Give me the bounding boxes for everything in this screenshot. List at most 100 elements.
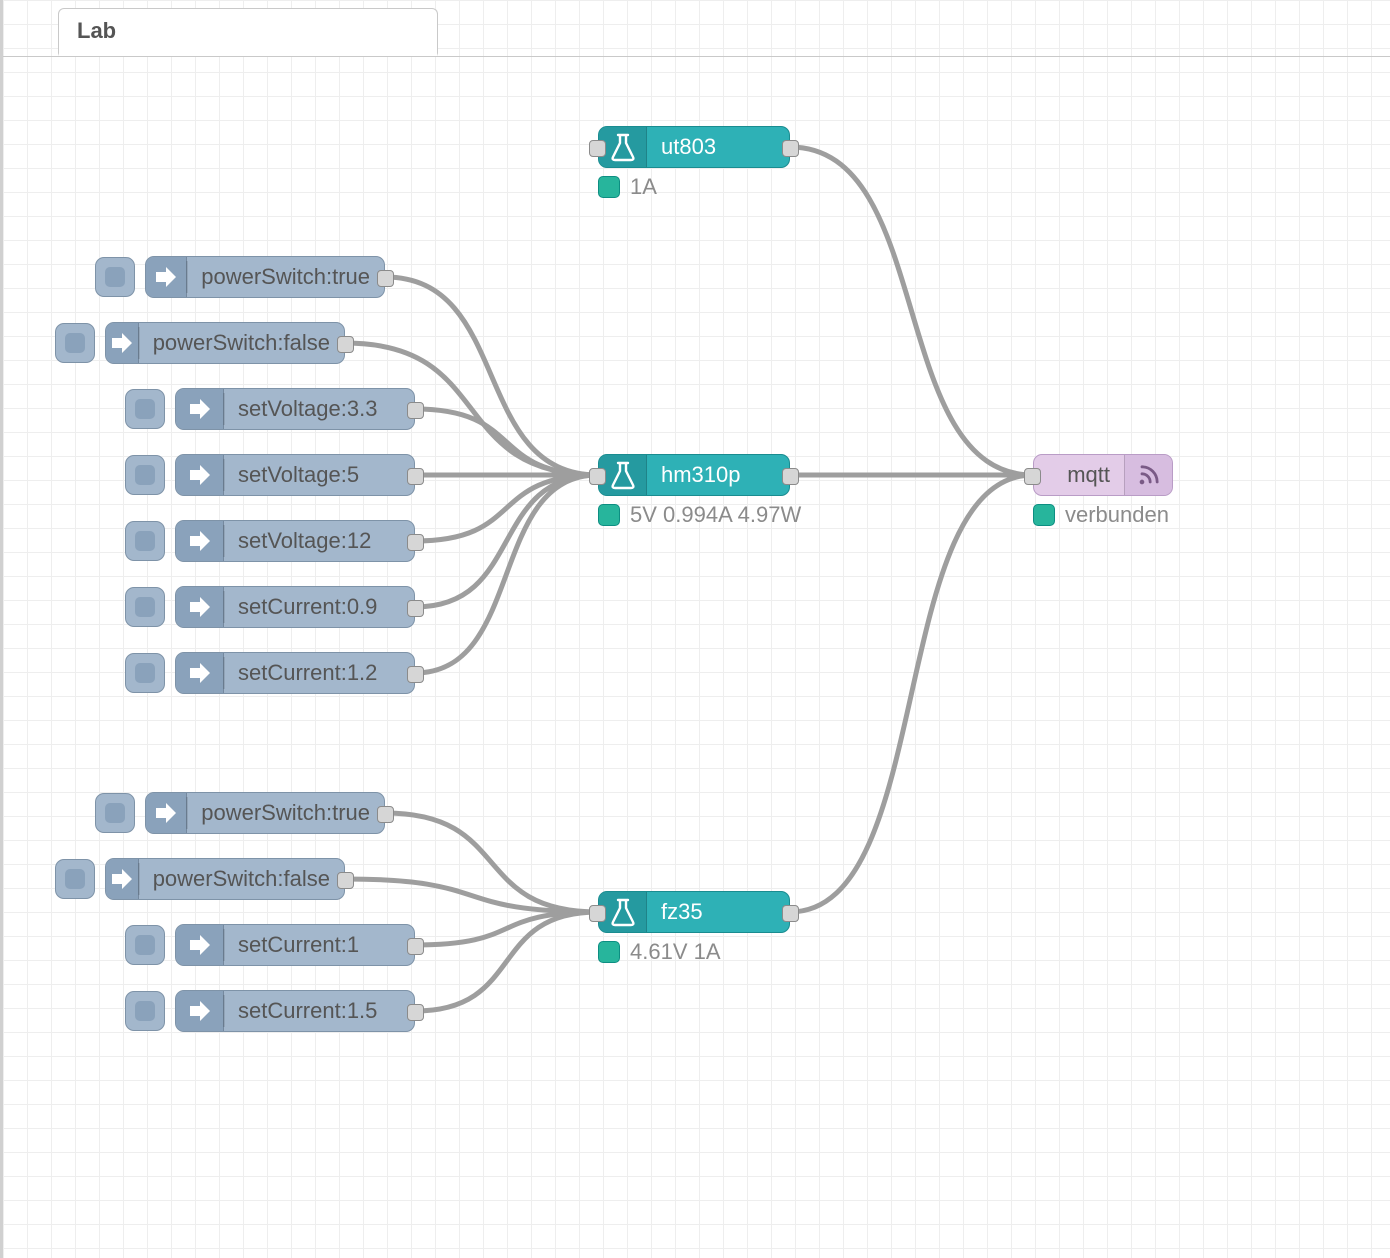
inject-arrow-icon bbox=[151, 262, 181, 292]
output-port[interactable] bbox=[377, 806, 394, 823]
mqtt-label: mqtt bbox=[1034, 462, 1124, 488]
output-port[interactable] bbox=[782, 468, 799, 485]
inject-arrow-icon bbox=[107, 864, 137, 894]
inject-trigger[interactable] bbox=[125, 991, 165, 1031]
inject-trigger[interactable] bbox=[95, 257, 135, 297]
inject-label: setVoltage:3.3 bbox=[224, 396, 391, 422]
inject-arrow-icon bbox=[185, 394, 215, 424]
inject-trigger[interactable] bbox=[125, 455, 165, 495]
flow-canvas[interactable]: Lab powerSwitch:true powerSwitch:false set… bbox=[0, 0, 1390, 1258]
output-port[interactable] bbox=[407, 534, 424, 551]
lab-node-hm310p[interactable]: hm310p bbox=[598, 454, 790, 496]
input-port[interactable] bbox=[1024, 468, 1041, 485]
inject-arrow-icon bbox=[185, 526, 215, 556]
output-port[interactable] bbox=[407, 666, 424, 683]
inject-node-a0[interactable]: powerSwitch:true bbox=[145, 256, 385, 298]
inject-icon-slot bbox=[106, 323, 139, 363]
node-status: verbunden bbox=[1033, 502, 1169, 528]
inject-arrow-icon bbox=[185, 460, 215, 490]
lab-label: fz35 bbox=[647, 899, 717, 925]
output-port[interactable] bbox=[407, 1004, 424, 1021]
status-dot bbox=[598, 941, 620, 963]
inject-trigger[interactable] bbox=[125, 925, 165, 965]
status-text: 5V 0.994A 4.97W bbox=[630, 502, 801, 528]
inject-node-a5[interactable]: setCurrent:0.9 bbox=[175, 586, 415, 628]
node-status: 4.61V 1A bbox=[598, 939, 721, 965]
lab-flask-icon bbox=[611, 460, 635, 490]
wire[interactable] bbox=[415, 475, 598, 607]
mqtt-icon-slot bbox=[1124, 455, 1172, 495]
status-text: 4.61V 1A bbox=[630, 939, 721, 965]
inject-node-b1[interactable]: powerSwitch:false bbox=[105, 858, 345, 900]
inject-arrow-icon bbox=[107, 328, 137, 358]
inject-icon-slot bbox=[146, 793, 187, 833]
inject-icon-slot bbox=[106, 859, 139, 899]
inject-node-a4[interactable]: setVoltage:12 bbox=[175, 520, 415, 562]
input-port[interactable] bbox=[589, 468, 606, 485]
lab-label: ut803 bbox=[647, 134, 730, 160]
mqtt-node[interactable]: mqtt bbox=[1033, 454, 1173, 496]
inject-node-a1[interactable]: powerSwitch:false bbox=[105, 322, 345, 364]
inject-label: setCurrent:1.5 bbox=[224, 998, 391, 1024]
wire[interactable] bbox=[415, 475, 598, 541]
inject-trigger[interactable] bbox=[125, 587, 165, 627]
inject-node-b0[interactable]: powerSwitch:true bbox=[145, 792, 385, 834]
output-port[interactable] bbox=[782, 905, 799, 922]
inject-icon-slot bbox=[176, 653, 224, 693]
input-port[interactable] bbox=[589, 140, 606, 157]
inject-arrow-icon bbox=[185, 930, 215, 960]
tab-lab[interactable]: Lab bbox=[58, 8, 438, 56]
output-port[interactable] bbox=[337, 872, 354, 889]
inject-trigger[interactable] bbox=[95, 793, 135, 833]
wire[interactable] bbox=[385, 277, 598, 475]
inject-trigger[interactable] bbox=[55, 323, 95, 363]
lab-node-ut803[interactable]: ut803 bbox=[598, 126, 790, 168]
output-port[interactable] bbox=[407, 938, 424, 955]
output-port[interactable] bbox=[407, 600, 424, 617]
wire[interactable] bbox=[345, 879, 598, 912]
inject-label: powerSwitch:true bbox=[187, 264, 384, 290]
inject-label: setVoltage:5 bbox=[224, 462, 373, 488]
output-port[interactable] bbox=[782, 140, 799, 157]
wire[interactable] bbox=[790, 475, 1033, 912]
wire[interactable] bbox=[415, 409, 598, 475]
inject-label: setCurrent:1.2 bbox=[224, 660, 391, 686]
wire[interactable] bbox=[415, 475, 598, 673]
output-port[interactable] bbox=[407, 468, 424, 485]
node-status: 5V 0.994A 4.97W bbox=[598, 502, 801, 528]
wire[interactable] bbox=[385, 813, 598, 912]
inject-arrow-icon bbox=[185, 592, 215, 622]
input-port[interactable] bbox=[589, 905, 606, 922]
inject-label: setVoltage:12 bbox=[224, 528, 385, 554]
inject-label: powerSwitch:false bbox=[139, 330, 344, 356]
inject-label: setCurrent:0.9 bbox=[224, 594, 391, 620]
output-port[interactable] bbox=[337, 336, 354, 353]
lab-node-fz35[interactable]: fz35 bbox=[598, 891, 790, 933]
lab-flask-icon bbox=[611, 132, 635, 162]
status-dot bbox=[1033, 504, 1055, 526]
tab-label: Lab bbox=[77, 18, 116, 44]
inject-node-a6[interactable]: setCurrent:1.2 bbox=[175, 652, 415, 694]
wire[interactable] bbox=[415, 912, 598, 945]
inject-arrow-icon bbox=[151, 798, 181, 828]
inject-trigger[interactable] bbox=[125, 389, 165, 429]
inject-trigger[interactable] bbox=[125, 521, 165, 561]
inject-trigger[interactable] bbox=[125, 653, 165, 693]
inject-icon-slot bbox=[176, 455, 224, 495]
inject-arrow-icon bbox=[185, 658, 215, 688]
inject-icon-slot bbox=[176, 991, 224, 1031]
output-port[interactable] bbox=[377, 270, 394, 287]
inject-node-a3[interactable]: setVoltage:5 bbox=[175, 454, 415, 496]
wire[interactable] bbox=[415, 912, 598, 1011]
inject-node-b2[interactable]: setCurrent:1 bbox=[175, 924, 415, 966]
inject-arrow-icon bbox=[185, 996, 215, 1026]
inject-node-b3[interactable]: setCurrent:1.5 bbox=[175, 990, 415, 1032]
inject-icon-slot bbox=[176, 521, 224, 561]
status-text: verbunden bbox=[1065, 502, 1169, 528]
wire-layer bbox=[3, 0, 1390, 1258]
inject-node-a2[interactable]: setVoltage:3.3 bbox=[175, 388, 415, 430]
output-port[interactable] bbox=[407, 402, 424, 419]
wire[interactable] bbox=[790, 147, 1033, 475]
inject-trigger[interactable] bbox=[55, 859, 95, 899]
lab-icon-slot bbox=[599, 892, 647, 932]
